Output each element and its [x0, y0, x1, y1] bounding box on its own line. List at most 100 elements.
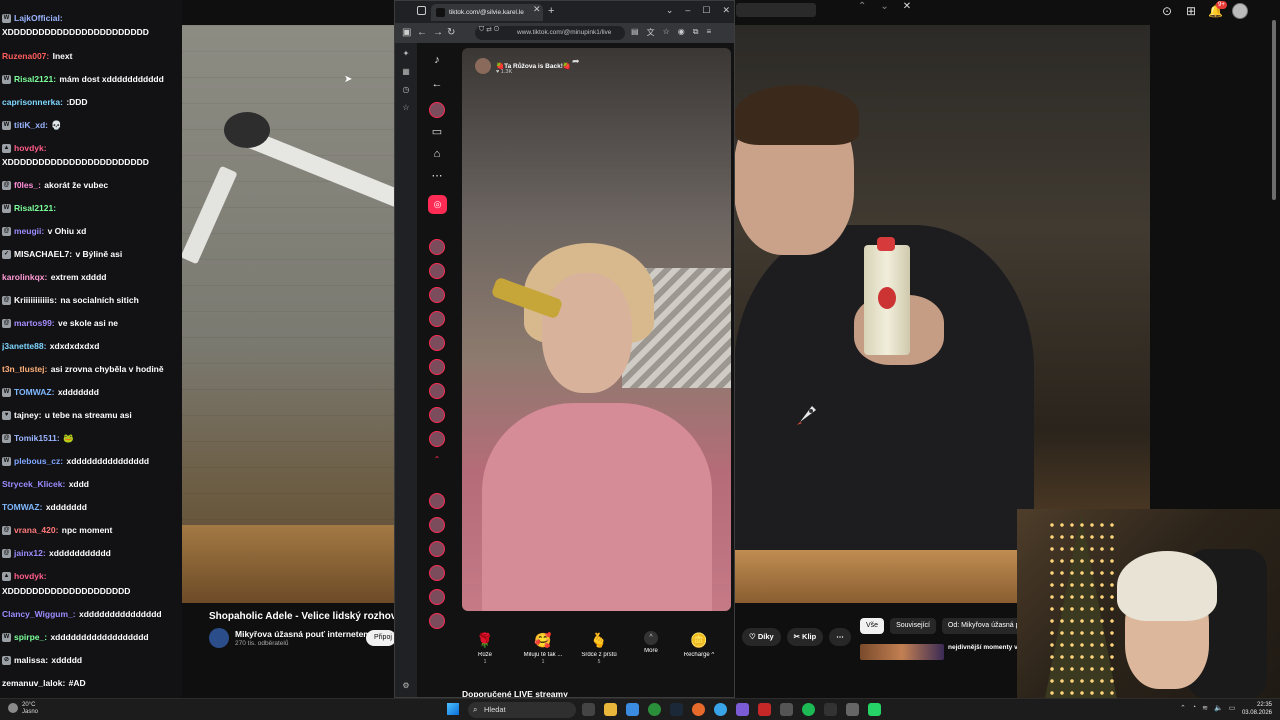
suggested-avatar[interactable] — [429, 541, 445, 557]
chat-username[interactable]: vrana_420: — [14, 525, 58, 535]
bell-icon[interactable]: 🔔 9+ — [1208, 1, 1227, 18]
following-avatar[interactable] — [429, 239, 445, 255]
app-icon[interactable] — [824, 703, 837, 716]
following-avatar[interactable] — [429, 287, 445, 303]
task-view-icon[interactable] — [582, 703, 595, 716]
weather-widget[interactable]: 20°C Jasno — [8, 702, 38, 716]
history-icon[interactable]: ◷ — [401, 85, 411, 95]
new-tab-icon[interactable]: + — [548, 5, 554, 17]
following-avatar[interactable] — [429, 335, 445, 351]
host-avatar[interactable] — [475, 58, 491, 74]
menu-icon[interactable]: ≡ — [706, 27, 711, 38]
minimize-icon[interactable]: ⌃ — [858, 1, 866, 12]
following-avatar[interactable] — [429, 263, 445, 279]
suggested-avatar[interactable] — [429, 589, 445, 605]
extensions-icon[interactable]: ⧉ — [693, 27, 699, 38]
opera-icon[interactable] — [758, 703, 771, 716]
create-icon[interactable]: ⊞ — [1184, 4, 1198, 18]
steam-icon[interactable] — [670, 703, 683, 716]
suggested-avatar[interactable] — [429, 565, 445, 581]
chat-username[interactable]: Risal2121: — [14, 74, 56, 84]
background-window-tab[interactable] — [736, 3, 816, 17]
forward-icon[interactable]: → — [433, 27, 443, 38]
chat-username[interactable]: caprisonnerka: — [2, 97, 63, 107]
chip-all[interactable]: Vše — [860, 618, 885, 634]
site-info-icon[interactable]: ⛉ ⇄ ☉ — [479, 26, 499, 34]
channel-name[interactable]: Mikyřova úžasná pouť internetem — [235, 629, 371, 639]
network-icon[interactable]: ◔ — [1192, 704, 1196, 712]
gift-item[interactable]: 🫰 Srdce z prstů 5 — [571, 631, 627, 665]
chat-username[interactable]: hovdyk: — [14, 143, 47, 153]
tiktok-logo-icon[interactable]: ♪ — [430, 53, 444, 67]
share-icon[interactable]: ➦ — [572, 56, 580, 67]
chat-username[interactable]: zemanuv_lalok: — [2, 678, 65, 688]
recommended-title[interactable]: nejdivnější momenty v českých TV pořadec… — [948, 644, 1018, 652]
chip-from-channel[interactable]: Od: Mikyřova úžasná p — [941, 618, 1026, 634]
app-icon[interactable] — [780, 703, 793, 716]
close-icon[interactable]: ✕ — [722, 5, 730, 16]
favorite-icon[interactable]: ☆ — [663, 27, 670, 38]
live-video[interactable]: 🍓Ta Růžova is Back!🍓 ♥ 1.3K ➦ — [462, 48, 731, 611]
chat-username[interactable]: martos99: — [14, 318, 55, 328]
chat-username[interactable]: jainx12: — [14, 548, 46, 558]
chat-username[interactable]: f0les_: — [14, 180, 41, 190]
join-button[interactable]: Připoj — [366, 630, 396, 646]
suggested-avatar[interactable] — [429, 493, 445, 509]
sidebar-toggle-icon[interactable]: ▣ — [402, 27, 411, 38]
settings-icon[interactable]: ⚙ — [401, 681, 411, 691]
obs-icon[interactable] — [736, 703, 749, 716]
chat-username[interactable]: titiK_xd: — [14, 120, 48, 130]
avatar[interactable] — [1232, 3, 1248, 19]
chat-username[interactable]: j3anette88: — [2, 341, 46, 351]
back-arrow-icon[interactable]: ← — [430, 77, 444, 91]
minimize-icon[interactable]: – — [685, 5, 690, 16]
following-avatar[interactable] — [429, 407, 445, 423]
chevron-down-icon[interactable]: ⌄ — [880, 1, 888, 12]
chip-related[interactable]: Související — [890, 618, 936, 634]
chat-username[interactable]: Ruzena007: — [2, 51, 49, 61]
following-avatar[interactable] — [429, 311, 445, 327]
video-icon[interactable]: ▭ — [430, 125, 444, 139]
reload-icon[interactable]: ↻ — [447, 27, 455, 38]
chevron-up-icon[interactable]: ⌃ — [430, 453, 444, 467]
recharge-button[interactable]: 🪙 Recharge ^ — [671, 631, 727, 658]
chat-username[interactable]: karolinkqx: — [2, 272, 47, 282]
browser-tab[interactable]: tiktok.com/@silvie.karel.le — [431, 4, 543, 21]
app-icon[interactable] — [846, 703, 859, 716]
chevron-up-icon[interactable]: ⌃ — [1180, 704, 1186, 712]
page-scrollbar[interactable] — [1272, 20, 1276, 200]
chat-username[interactable]: Clancy_Wiggum_: — [2, 609, 76, 619]
chat-username[interactable]: TOMWAZ: — [2, 502, 42, 512]
favorites-icon[interactable]: ☆ — [401, 103, 411, 113]
chat-username[interactable]: LajkOfficial: — [14, 13, 63, 23]
reader-icon[interactable]: ▤ — [631, 27, 639, 38]
edge-icon[interactable] — [714, 703, 727, 716]
whatsapp-icon[interactable] — [868, 703, 881, 716]
clock[interactable]: 22:35 03.08.2026 — [1240, 701, 1272, 717]
more-actions-button[interactable]: ⋯ — [829, 628, 851, 646]
suggested-avatar[interactable] — [429, 517, 445, 533]
clip-button[interactable]: ✂ Klip — [786, 628, 824, 646]
chat-username[interactable]: Risal2121: — [14, 203, 56, 213]
following-avatar[interactable] — [429, 383, 445, 399]
battery-icon[interactable]: ▭ — [1229, 704, 1236, 712]
profile-icon[interactable]: ◉ — [678, 27, 685, 38]
chat-username[interactable]: hovdyk: — [14, 571, 47, 581]
gift-item[interactable]: 🥰 Miluju tě tak ... 1 — [515, 631, 571, 665]
collections-icon[interactable]: ▦ — [401, 67, 411, 77]
translate-icon[interactable]: 文 — [647, 27, 655, 38]
tab-close-icon[interactable]: ✕ — [533, 4, 541, 15]
close-icon[interactable]: ✕ — [903, 1, 911, 12]
wifi-icon[interactable]: ≋ — [1202, 704, 1208, 712]
maximize-icon[interactable]: ☐ — [702, 5, 710, 16]
chrome-icon[interactable] — [648, 703, 661, 716]
tab-actions-icon[interactable] — [417, 6, 426, 15]
suggested-avatar[interactable] — [429, 613, 445, 629]
more-icon[interactable]: ⋯ — [430, 169, 444, 183]
cast-icon[interactable]: ⊙ — [1160, 4, 1174, 18]
chat-username[interactable]: malissa: — [14, 655, 48, 665]
gift-item[interactable]: 🌹 Růže 1 — [457, 631, 513, 665]
chat-username[interactable]: tajney: — [14, 410, 41, 420]
chat-username[interactable]: Strycek_Klicek: — [2, 479, 65, 489]
file-explorer-icon[interactable] — [604, 703, 617, 716]
